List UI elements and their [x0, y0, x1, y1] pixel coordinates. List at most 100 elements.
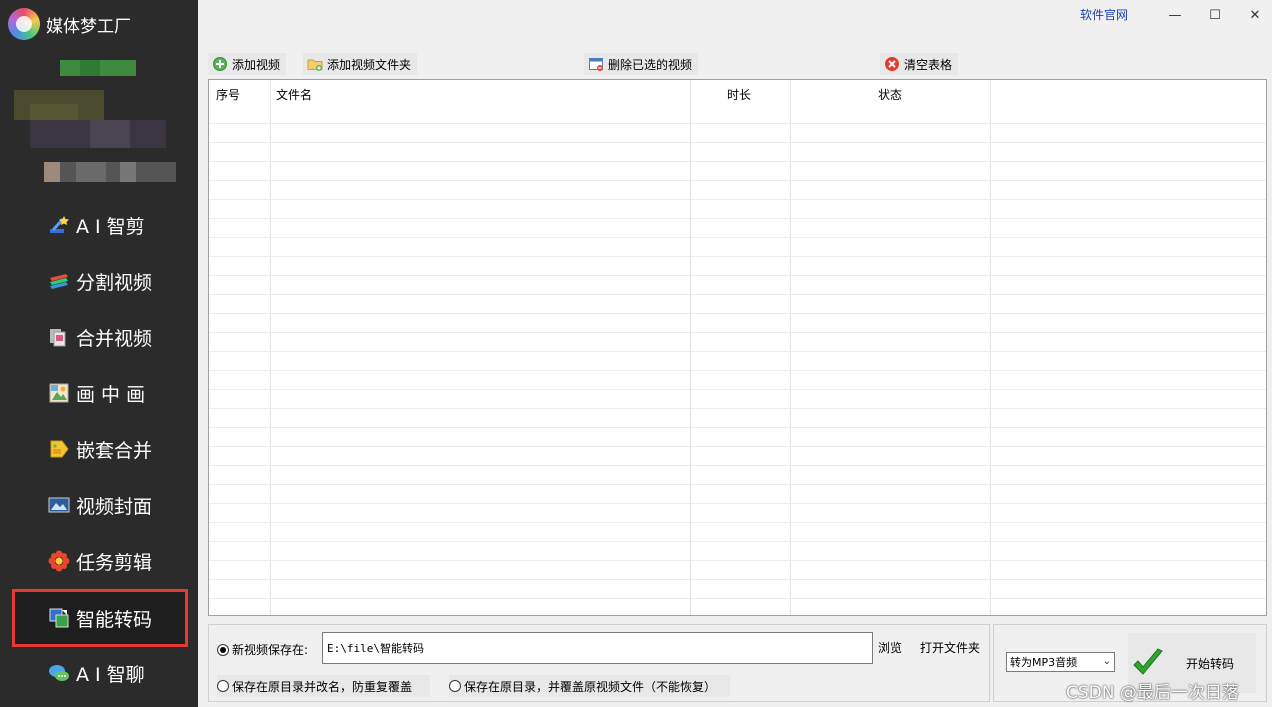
nav-nested-merge[interactable]: 嵌套合并: [12, 421, 188, 477]
delete-selected-button[interactable]: 删除已选的视频: [584, 53, 699, 75]
nav-video-cover[interactable]: 视频封面: [12, 477, 188, 533]
nested-tag-icon: [50, 440, 69, 458]
row-line: [209, 389, 1266, 390]
save-options-panel: 新视频保存在: E:\file\智能转码 浏览 打开文件夹 保存在原目录并改名，…: [208, 624, 990, 702]
table-header: 序号 文件名 时长 状态: [209, 80, 1266, 108]
row-line: [209, 503, 1266, 504]
save-rename-option[interactable]: 保存在原目录并改名，防重复覆盖: [217, 675, 431, 697]
minimize-icon: —: [1168, 7, 1182, 23]
save-new-location-option[interactable]: 新视频保存在:: [217, 641, 308, 658]
nav-merge-video[interactable]: 合并视频: [12, 309, 188, 365]
start-transcode-label: 开始转码: [1186, 656, 1235, 671]
nav-label: 视频封面: [76, 495, 153, 518]
nav-split-video[interactable]: 分割视频: [12, 253, 188, 309]
row-line: [209, 294, 1266, 295]
minimize-button[interactable]: —: [1160, 4, 1190, 26]
column-header-index[interactable]: 序号: [216, 86, 240, 103]
delete-window-icon: [589, 58, 603, 71]
merge-pages-icon: [50, 329, 66, 347]
nav-label: A I 智聊: [76, 663, 145, 686]
row-line: [209, 275, 1266, 276]
nav-label: 任务剪辑: [76, 551, 153, 574]
browse-button[interactable]: 浏览: [875, 633, 905, 661]
video-table[interactable]: 序号 文件名 时长 状态: [208, 79, 1267, 616]
nav-ai-edit[interactable]: A I 智剪: [12, 197, 188, 253]
split-layers-icon: [50, 274, 68, 289]
clear-table-label: 清空表格: [904, 57, 953, 72]
magic-wand-icon: [50, 216, 69, 233]
app-logo: [8, 8, 40, 40]
save-path-input[interactable]: E:\file\智能转码: [322, 632, 873, 664]
clear-x-icon: [885, 57, 899, 71]
nav-label: 嵌套合并: [76, 439, 153, 462]
chat-bubbles-icon: [49, 665, 69, 681]
row-line: [209, 427, 1266, 428]
format-selected-value: 转为MP3音频: [1010, 656, 1078, 669]
row-line: [209, 579, 1266, 580]
row-line: [209, 598, 1266, 599]
clear-table-button[interactable]: 清空表格: [880, 53, 959, 75]
sidebar: 媒体梦工厂 A I 智剪 分割视频 合并视频 画 中 画 嵌套合并 视频封面 任…: [0, 0, 198, 707]
radio-new-location[interactable]: [217, 643, 229, 656]
app-title: 媒体梦工厂: [46, 16, 131, 37]
row-line: [209, 446, 1266, 447]
add-video-label: 添加视频: [232, 57, 281, 72]
close-icon: ✕: [1249, 7, 1261, 23]
add-video-button[interactable]: 添加视频: [208, 53, 287, 75]
add-folder-label: 添加视频文件夹: [327, 57, 412, 72]
row-line: [209, 560, 1266, 561]
row-line: [209, 199, 1266, 200]
nav-picture-in-picture[interactable]: 画 中 画: [12, 365, 188, 421]
column-header-filename[interactable]: 文件名: [276, 86, 312, 103]
row-line: [209, 161, 1266, 162]
row-line: [209, 408, 1266, 409]
nav-label: 智能转码: [76, 608, 153, 631]
row-line: [209, 484, 1266, 485]
row-line: [209, 142, 1266, 143]
nav-task-edit[interactable]: 任务剪辑: [12, 533, 188, 589]
nav-label: 画 中 画: [76, 383, 146, 406]
video-cover-icon: [48, 497, 70, 513]
close-button[interactable]: ✕: [1240, 4, 1270, 26]
row-line: [209, 256, 1266, 257]
radio-keep-overwrite[interactable]: [449, 680, 461, 692]
title-bar: 软件官网 — ☐ ✕: [198, 0, 1272, 34]
nav-label: 分割视频: [76, 271, 153, 294]
column-header-status[interactable]: 状态: [878, 86, 902, 103]
row-line: [209, 332, 1266, 333]
row-line: [209, 180, 1266, 181]
row-line: [209, 370, 1266, 371]
maximize-button[interactable]: ☐: [1200, 4, 1230, 26]
picture-in-picture-icon: [49, 383, 69, 403]
save-overwrite-label: 保存在原目录，并覆盖原视频文件（不能恢复）: [464, 679, 717, 694]
save-rename-label: 保存在原目录并改名，防重复覆盖: [232, 679, 413, 694]
save-overwrite-option[interactable]: 保存在原目录，并覆盖原视频文件（不能恢复）: [449, 675, 731, 697]
add-circle-icon: [213, 57, 227, 71]
nav-label: 合并视频: [76, 327, 153, 350]
radio-keep-rename[interactable]: [217, 680, 229, 692]
row-line: [209, 541, 1266, 542]
format-select[interactable]: 转为MP3音频 ⌄: [1006, 652, 1115, 672]
row-line: [209, 218, 1266, 219]
add-folder-button[interactable]: 添加视频文件夹: [303, 53, 418, 75]
checkmark-icon: [1133, 648, 1163, 675]
row-line: [209, 237, 1266, 238]
delete-selected-label: 删除已选的视频: [608, 57, 693, 72]
nav-ai-chat[interactable]: A I 智聊: [12, 645, 188, 701]
row-line: [209, 465, 1266, 466]
official-site-link[interactable]: 软件官网: [1080, 6, 1128, 23]
blurred-user-info: [0, 50, 198, 190]
nav-smart-transcode[interactable]: 智能转码: [12, 589, 188, 647]
transcode-icon: [49, 608, 69, 628]
app-header: 媒体梦工厂: [0, 0, 198, 48]
row-line: [209, 313, 1266, 314]
row-line: [209, 522, 1266, 523]
nav-label: A I 智剪: [76, 215, 145, 238]
folder-add-icon: [307, 59, 323, 71]
maximize-icon: ☐: [1209, 7, 1221, 23]
chevron-down-icon: ⌄: [1102, 656, 1111, 667]
row-line: [209, 123, 1266, 124]
row-line: [209, 351, 1266, 352]
open-folder-button[interactable]: 打开文件夹: [912, 633, 988, 661]
column-header-duration[interactable]: 时长: [727, 86, 751, 103]
